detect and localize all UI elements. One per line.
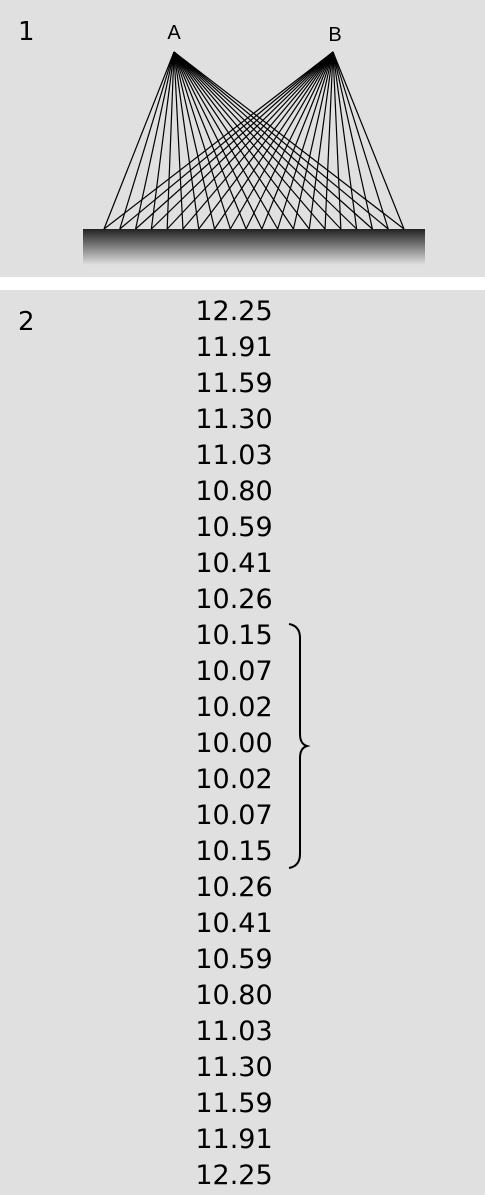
- ray-diagram: A B: [83, 22, 425, 265]
- point-a-label: A: [167, 22, 181, 44]
- panel-2-values: 2 12.25 11.91 11.59 11.30 11.03 10.80 10.59 10.…: [0, 290, 485, 1195]
- curly-bracket: [288, 623, 311, 869]
- rays-from-point-a: [103, 51, 405, 230]
- panel-1-diagram: 1 A B: [0, 0, 485, 277]
- bracket-group: [288, 623, 311, 869]
- ray-a: [173, 51, 247, 230]
- figure-page: 1 A B 2 12.25 11.91 11.59 11.30 11.03 10.80 10…: [0, 0, 485, 1195]
- ray-b: [135, 51, 334, 230]
- ray-b: [229, 51, 334, 230]
- ray-b: [119, 51, 334, 230]
- ray-b: [332, 51, 389, 230]
- floor-surface: [83, 229, 425, 265]
- rays-from-point-b: [103, 51, 405, 230]
- point-b-label: B: [328, 24, 341, 46]
- ray-b: [332, 51, 405, 230]
